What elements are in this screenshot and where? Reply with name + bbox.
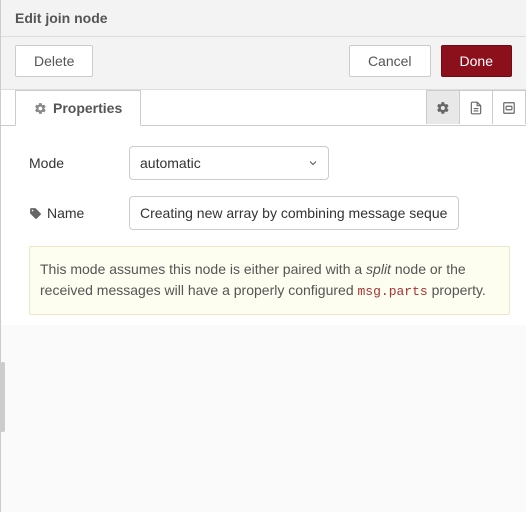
name-label-text: Name — [47, 205, 84, 221]
icon-button-group — [427, 90, 526, 125]
node-appearance-button[interactable] — [492, 90, 526, 124]
appearance-icon — [502, 101, 516, 115]
tabs-row: Properties — [1, 90, 526, 126]
note-text-post: property. — [428, 282, 486, 298]
note-em: split — [366, 261, 391, 277]
node-description-button[interactable] — [459, 90, 493, 124]
name-input[interactable] — [129, 196, 459, 230]
edit-panel: Edit join node Delete Cancel Done Proper… — [0, 0, 526, 512]
scroll-handle[interactable] — [0, 362, 5, 432]
gear-icon — [34, 102, 47, 115]
tag-icon — [29, 207, 42, 220]
mode-row: Mode — [29, 146, 510, 180]
spacer — [103, 45, 338, 77]
delete-button[interactable]: Delete — [15, 45, 93, 77]
done-button[interactable]: Done — [441, 45, 512, 77]
mode-label: Mode — [29, 155, 129, 171]
gear-icon — [436, 101, 450, 115]
mode-select[interactable] — [129, 146, 329, 180]
node-settings-button[interactable] — [426, 90, 460, 124]
name-row: Name — [29, 196, 510, 230]
mode-select-wrap — [129, 146, 329, 180]
action-row: Delete Cancel Done — [1, 37, 526, 90]
note-text-pre: This mode assumes this node is either pa… — [40, 261, 366, 277]
tab-properties[interactable]: Properties — [15, 90, 141, 126]
note-code: msg.parts — [358, 284, 428, 299]
panel-title: Edit join node — [1, 0, 526, 37]
cancel-button[interactable]: Cancel — [349, 45, 431, 77]
document-icon — [469, 101, 483, 115]
form-area: Mode Name This mode assumes this node is… — [1, 126, 526, 325]
mode-note: This mode assumes this node is either pa… — [29, 246, 510, 315]
tab-properties-label: Properties — [53, 100, 122, 116]
name-label: Name — [29, 205, 129, 221]
